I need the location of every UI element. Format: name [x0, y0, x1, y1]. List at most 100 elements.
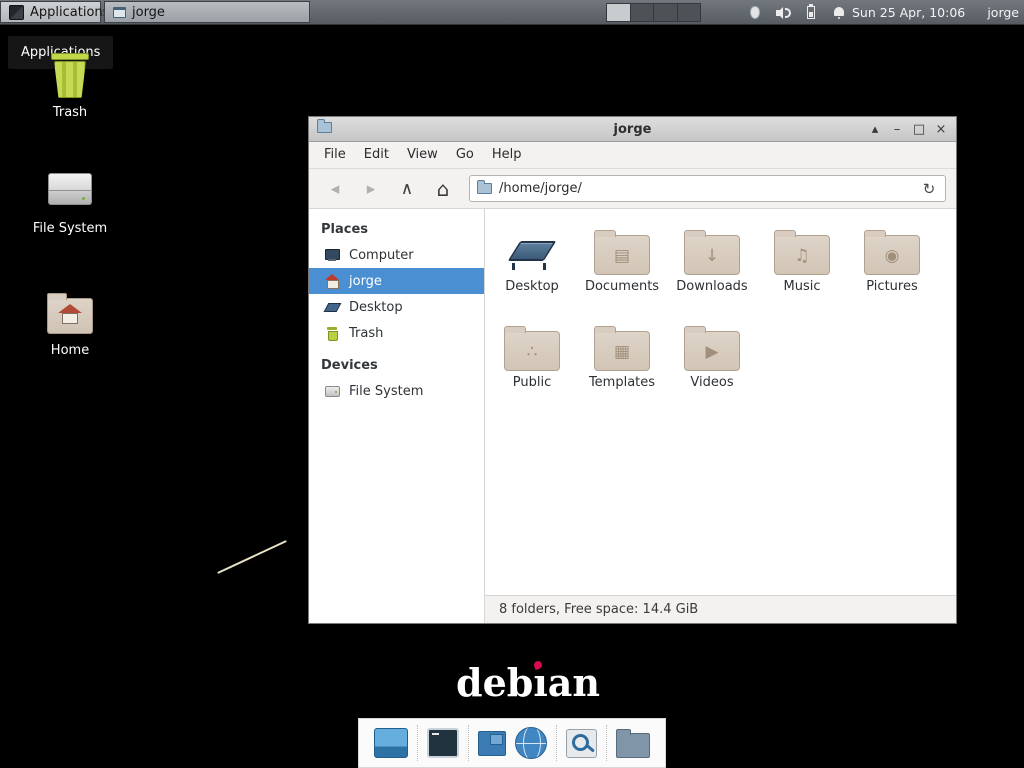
applications-label: Applications	[30, 5, 109, 20]
sidebar-item-jorge[interactable]: jorge	[309, 268, 484, 294]
web-browser-icon[interactable]	[515, 727, 547, 759]
dock-separator	[606, 725, 607, 761]
desktop-icon-label: Home	[25, 343, 115, 358]
trash-icon	[324, 325, 340, 341]
logo-text: an	[548, 660, 600, 705]
workspace-switcher[interactable]	[606, 3, 701, 22]
toolbar: ◂ ▸ ∧ ⌂ /home/jorge/ ↻	[309, 169, 956, 209]
bottom-dock	[358, 718, 666, 768]
panel-clock[interactable]: Sun 25 Apr, 10:06	[852, 0, 965, 25]
file-item-documents[interactable]: ▤ Documents	[577, 219, 667, 315]
dock-separator	[417, 725, 418, 761]
file-label: Videos	[667, 375, 757, 390]
desktop-icon-file-system[interactable]: File System	[25, 166, 115, 236]
folder-icon: ↓	[684, 235, 740, 275]
template-emblem-icon: ▦	[595, 339, 649, 365]
debian-logo: debıan	[456, 660, 600, 705]
camera-emblem-icon: ◉	[865, 243, 919, 269]
taskbar-item-jorge[interactable]: jorge	[104, 1, 310, 23]
file-item-desktop[interactable]: Desktop	[487, 219, 577, 315]
applications-icon	[9, 5, 24, 20]
up-icon[interactable]: ∧	[391, 174, 423, 204]
file-label: Templates	[577, 375, 667, 390]
close-button[interactable]: ×	[930, 117, 952, 142]
folder-icon: ▤	[594, 235, 650, 275]
menubar: File Edit View Go Help	[309, 142, 956, 169]
debian-swirl-icon: ı	[533, 660, 547, 705]
file-item-downloads[interactable]: ↓ Downloads	[667, 219, 757, 315]
file-item-pictures[interactable]: ◉ Pictures	[847, 219, 937, 315]
battery-icon[interactable]	[807, 6, 815, 19]
home-icon[interactable]: ⌂	[427, 174, 459, 204]
sidebar-item-computer[interactable]: Computer	[309, 242, 484, 268]
menu-view[interactable]: View	[398, 142, 447, 168]
shade-button[interactable]: ▴	[864, 117, 886, 142]
reload-icon[interactable]: ↻	[920, 180, 938, 198]
titlebar[interactable]: jorge ▴ – □ ×	[309, 117, 956, 142]
mouse-icon[interactable]	[750, 6, 760, 19]
sidebar-label: File System	[349, 384, 423, 399]
home-icon	[324, 273, 340, 289]
folder-icon: ◉	[864, 235, 920, 275]
status-text: 8 folders, Free space: 14.4 GiB	[499, 602, 698, 617]
workspace-2[interactable]	[631, 4, 655, 21]
workspace-3[interactable]	[654, 4, 678, 21]
drive-icon	[45, 166, 95, 216]
menu-edit[interactable]: Edit	[355, 142, 398, 168]
app-finder-icon[interactable]	[566, 729, 597, 758]
file-label: Pictures	[847, 279, 937, 294]
applications-menu-button[interactable]: Applications	[0, 1, 101, 23]
window-title: jorge	[309, 117, 956, 142]
file-item-music[interactable]: ♫ Music	[757, 219, 847, 315]
system-tray	[748, 0, 846, 25]
sidebar-label: Desktop	[349, 300, 403, 315]
file-label: Documents	[577, 279, 667, 294]
file-item-templates[interactable]: ▦ Templates	[577, 315, 667, 411]
minimize-button[interactable]: –	[886, 117, 908, 142]
terminal-icon[interactable]	[427, 728, 459, 758]
devices-header: Devices	[309, 351, 484, 378]
desktop-icon-trash[interactable]: Trash	[25, 50, 115, 120]
download-emblem-icon: ↓	[685, 243, 739, 269]
sidebar-label: jorge	[349, 274, 382, 289]
sidebar-item-desktop[interactable]: Desktop	[309, 294, 484, 320]
notifications-icon[interactable]	[832, 6, 846, 20]
file-manager-icon[interactable]	[616, 733, 650, 758]
workspace-4[interactable]	[678, 4, 701, 21]
file-item-public[interactable]: ∴ Public	[487, 315, 577, 411]
sidebar: Places Computer jorge Desktop Trash Devi…	[309, 209, 485, 623]
path-folder-icon	[477, 183, 492, 194]
desktop-scratch-line	[217, 540, 287, 574]
menu-file[interactable]: File	[315, 142, 355, 168]
home-folder-icon	[45, 288, 95, 338]
maximize-button[interactable]: □	[908, 117, 930, 142]
document-emblem-icon: ▤	[595, 243, 649, 269]
workspace-1[interactable]	[607, 4, 631, 21]
forward-icon[interactable]: ▸	[355, 174, 387, 204]
file-manager-window: jorge ▴ – □ × File Edit View Go Help ◂ ▸…	[308, 116, 957, 624]
menu-go[interactable]: Go	[447, 142, 483, 168]
drive-icon	[324, 383, 340, 399]
file-label: Downloads	[667, 279, 757, 294]
file-label: Music	[757, 279, 847, 294]
music-emblem-icon: ♫	[775, 243, 829, 269]
sidebar-item-file-system[interactable]: File System	[309, 378, 484, 404]
show-desktop-icon[interactable]	[374, 728, 408, 758]
volume-icon[interactable]	[776, 6, 790, 20]
path-text[interactable]: /home/jorge/	[499, 181, 913, 196]
desktop-icon	[324, 299, 340, 315]
desktop-folder-icon	[504, 231, 560, 275]
file-item-videos[interactable]: ▶ Videos	[667, 315, 757, 411]
menu-help[interactable]: Help	[483, 142, 531, 168]
trash-icon	[45, 50, 95, 100]
video-emblem-icon: ▶	[685, 339, 739, 365]
sidebar-label: Computer	[349, 248, 414, 263]
workspaces-icon[interactable]	[478, 731, 506, 756]
sidebar-item-trash[interactable]: Trash	[309, 320, 484, 346]
desktop-icon-label: File System	[25, 221, 115, 236]
location-bar[interactable]: /home/jorge/ ↻	[469, 175, 946, 202]
back-icon[interactable]: ◂	[319, 174, 351, 204]
share-emblem-icon: ∴	[505, 339, 559, 365]
dock-separator	[556, 725, 557, 761]
desktop-icon-home[interactable]: Home	[25, 288, 115, 358]
